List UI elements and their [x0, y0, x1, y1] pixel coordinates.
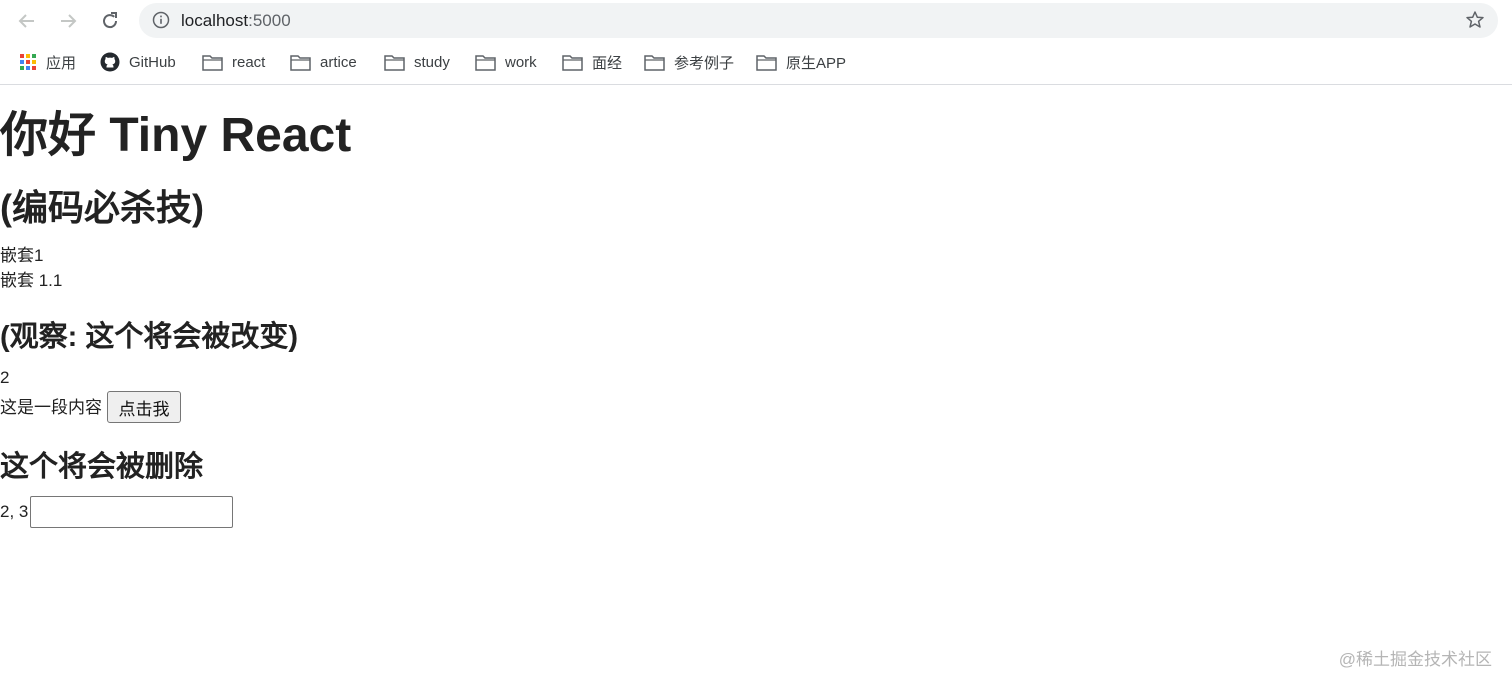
folder-icon — [644, 54, 665, 71]
watermark: @稀土掘金技术社区 — [1338, 650, 1492, 669]
folder-icon — [562, 54, 583, 71]
folder-icon — [202, 54, 223, 71]
bookmark-folder-study[interactable]: study — [384, 51, 450, 73]
bookmark-label: 原生APP — [786, 54, 847, 72]
bookmark-folder-native-app[interactable]: 原生APP — [756, 51, 846, 73]
browser-toolbar: localhost:5000 — [0, 0, 1512, 42]
bookmark-label: 面经 — [592, 54, 623, 72]
click-me-button[interactable]: 点击我 — [107, 391, 181, 423]
bookmark-label: 应用 — [46, 54, 77, 72]
back-arrow-icon[interactable] — [14, 8, 40, 34]
paragraph-text: 这是一段内容 — [0, 398, 102, 417]
number-text: 2 — [0, 368, 10, 387]
observe-heading: (观察: 这个将会被改变) — [0, 321, 299, 353]
text-input[interactable] — [30, 496, 233, 528]
reload-icon[interactable] — [97, 8, 123, 34]
forward-arrow-icon[interactable] — [55, 8, 81, 34]
bookmark-folder-examples[interactable]: 参考例子 — [644, 51, 734, 73]
nested-text-1-1: 嵌套 1.1 — [0, 271, 63, 290]
bookmark-label: GitHub — [129, 53, 176, 71]
bookmark-github[interactable]: GitHub — [100, 51, 176, 73]
bookmark-label: work — [505, 53, 537, 71]
list-text: 2, 3 — [0, 502, 29, 521]
bookmark-label: react — [232, 53, 266, 71]
folder-icon — [475, 54, 496, 71]
bookmark-apps[interactable]: 应用 — [19, 51, 76, 73]
url-text[interactable]: localhost:5000 — [181, 11, 291, 30]
folder-icon — [384, 54, 405, 71]
bookmark-folder-artice[interactable]: artice — [290, 51, 357, 73]
bookmark-label: 参考例子 — [674, 54, 735, 72]
apps-grid-icon — [20, 54, 36, 70]
github-icon — [100, 52, 120, 72]
bookmark-folder-react[interactable]: react — [202, 51, 265, 73]
bookmark-label: study — [414, 53, 450, 71]
bookmark-label: artice — [320, 53, 357, 71]
url-port: :5000 — [248, 11, 291, 30]
page-content: 你好 Tiny React (编码必杀技) 嵌套1 嵌套 1.1 (观察: 这个… — [0, 85, 1512, 690]
page-subtitle: (编码必杀技) — [0, 187, 204, 228]
bookmark-star-icon[interactable] — [1465, 10, 1485, 30]
page-title: 你好 Tiny React — [0, 109, 352, 162]
folder-icon — [290, 54, 311, 71]
nested-text-1: 嵌套1 — [0, 246, 44, 265]
bookmark-folder-interview[interactable]: 面经 — [562, 51, 622, 73]
address-bar[interactable]: localhost:5000 — [139, 3, 1498, 38]
bookmark-folder-work[interactable]: work — [475, 51, 537, 73]
info-icon[interactable] — [152, 11, 170, 29]
folder-icon — [756, 54, 777, 71]
bookmarks-bar: 应用 GitHub react artice study work 面经 参考例… — [0, 42, 1512, 85]
delete-heading: 这个将会被删除 — [0, 451, 204, 483]
url-host: localhost — [181, 11, 249, 30]
